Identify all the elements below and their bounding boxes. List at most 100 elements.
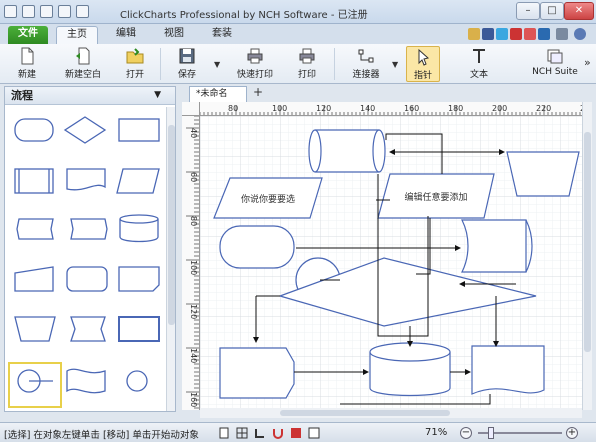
zoom-level[interactable]: 71%: [425, 427, 447, 438]
shape-grid: [8, 116, 160, 408]
save-icon[interactable]: [22, 5, 35, 18]
grid-icon[interactable]: [236, 427, 248, 439]
scroll-thumb[interactable]: [584, 132, 591, 352]
vertical-ruler: 40 60 80 100 120 140 160: [182, 116, 200, 410]
ruler-corner: [182, 102, 200, 116]
quick-access-menu-icon[interactable]: [76, 5, 89, 18]
vertical-ruler-ticks: 40 60 80 100 120 140 160: [186, 116, 199, 409]
zoom-out-button[interactable]: −: [460, 427, 472, 439]
stored-data-node[interactable]: [461, 219, 527, 273]
twitter-icon[interactable]: [496, 28, 508, 40]
drum-shape[interactable]: [315, 130, 379, 172]
pointer-button[interactable]: 指针: [406, 46, 440, 82]
redo-icon[interactable]: [58, 5, 71, 18]
card-shape[interactable]: [118, 266, 160, 292]
open-button[interactable]: 打开: [118, 46, 152, 82]
process-shape[interactable]: [118, 118, 160, 142]
ruler-tick-label: 140: [360, 104, 375, 113]
window-title: ClickCharts Professional by NCH Software…: [120, 10, 368, 21]
linkedin-icon[interactable]: [538, 28, 550, 40]
text-icon: [473, 49, 485, 63]
magnet-icon[interactable]: [272, 427, 284, 439]
snap-icon[interactable]: [254, 427, 266, 439]
diagram-svg: 你说你要要选 编辑任意要添加: [200, 116, 582, 410]
document-tab-bar: *未命名 +: [185, 86, 585, 102]
summing-junction-shape[interactable]: [126, 370, 148, 392]
pointer-label: 指针: [413, 71, 432, 81]
tab-suite[interactable]: 套装: [202, 26, 242, 44]
maximize-button[interactable]: □: [540, 2, 564, 20]
text-button[interactable]: 文本: [462, 46, 496, 82]
add-tab-icon[interactable]: +: [251, 86, 265, 101]
ruler-tick-label: 160: [189, 392, 198, 407]
shape-panel-scrollbar[interactable]: [166, 107, 175, 411]
manual-operation-node[interactable]: [506, 151, 580, 197]
diagram-canvas[interactable]: 你说你要要选 编辑任意要添加: [200, 116, 582, 410]
ruler-tick-label: 60: [189, 172, 198, 182]
tab-file[interactable]: 文件: [8, 26, 48, 44]
tab-view[interactable]: 视图: [154, 26, 194, 44]
manual-input-shape[interactable]: [14, 266, 54, 292]
zoom-slider-thumb[interactable]: [488, 427, 494, 439]
database-shape[interactable]: [119, 214, 159, 224]
ruler-tick-label: 120: [316, 104, 331, 113]
delay-shape[interactable]: [70, 218, 108, 240]
facebook-icon[interactable]: [482, 28, 494, 40]
scroll-thumb[interactable]: [168, 125, 175, 325]
snap-to-shape-icon[interactable]: [290, 427, 302, 439]
punched-tape-shape[interactable]: [66, 368, 106, 394]
nch-suite-icon: [547, 49, 563, 64]
share-icon[interactable]: [524, 28, 536, 40]
text-label: 文本: [469, 70, 488, 80]
horizontal-ruler-ticks: 8010012014016018020022024: [200, 104, 582, 115]
manual-operation-shape[interactable]: [14, 316, 56, 342]
print-button[interactable]: 打印: [290, 46, 324, 82]
quick-print-button[interactable]: 快速打印: [232, 46, 278, 82]
options-icon[interactable]: [556, 28, 568, 40]
help-icon[interactable]: [574, 28, 586, 40]
chevron-down-icon[interactable]: ▼: [154, 87, 161, 104]
nch-suite-button[interactable]: NCH Suite: [530, 46, 580, 82]
display-shape[interactable]: [70, 316, 106, 342]
new-blank-button[interactable]: 新建空白: [58, 46, 108, 82]
canvas-vertical-scrollbar[interactable]: [582, 102, 592, 410]
data-shape[interactable]: [116, 168, 160, 194]
document-shape[interactable]: [66, 168, 106, 191]
connector-button[interactable]: 连接器: [346, 46, 386, 82]
quick-print-label: 快速打印: [236, 70, 273, 80]
io-node-right-text: 编辑任意要添加: [404, 191, 467, 203]
save-dropdown-icon[interactable]: ▼: [214, 60, 220, 69]
tab-untitled[interactable]: *未命名: [189, 86, 247, 102]
status-bar: [选择] 在对象左键单击 [移动] 单击开始动对象 71% − +: [0, 422, 596, 442]
thumbs-up-icon[interactable]: [468, 28, 480, 40]
predefined-process-shape[interactable]: [14, 168, 54, 194]
connector-dropdown-icon[interactable]: ▼: [392, 60, 398, 69]
ribbon-more-icon[interactable]: »: [584, 56, 591, 69]
fit-page-icon[interactable]: [308, 427, 320, 439]
nch-suite-label: NCH Suite: [532, 67, 578, 77]
ruler-tick-label: 80: [189, 216, 198, 226]
canvas-horizontal-scrollbar[interactable]: [200, 408, 582, 418]
document-node[interactable]: [471, 345, 545, 395]
terminator-node[interactable]: [219, 225, 295, 269]
display-node[interactable]: [219, 347, 295, 399]
decision-shape[interactable]: [63, 116, 107, 144]
close-button[interactable]: ✕: [564, 2, 594, 20]
terminator-shape[interactable]: [14, 118, 54, 142]
zoom-in-button[interactable]: +: [566, 427, 578, 439]
undo-icon[interactable]: [40, 5, 53, 18]
new-button[interactable]: 新建: [10, 46, 44, 82]
tab-edit[interactable]: 编辑: [106, 26, 146, 44]
alternate-process-shape[interactable]: [66, 266, 108, 292]
shape-library-header[interactable]: 流程 ▼: [5, 87, 175, 105]
internal-storage-shape[interactable]: [118, 316, 160, 342]
tab-home[interactable]: 主页: [56, 26, 98, 44]
stored-data-shape[interactable]: [16, 218, 54, 240]
save-button[interactable]: 保存: [170, 46, 204, 82]
page-icon[interactable]: [218, 427, 230, 439]
scroll-thumb[interactable]: [280, 410, 450, 416]
minimize-button[interactable]: –: [516, 2, 540, 20]
print-label: 打印: [297, 70, 316, 80]
ruler-tick-label: 200: [492, 104, 507, 113]
youtube-icon[interactable]: [510, 28, 522, 40]
